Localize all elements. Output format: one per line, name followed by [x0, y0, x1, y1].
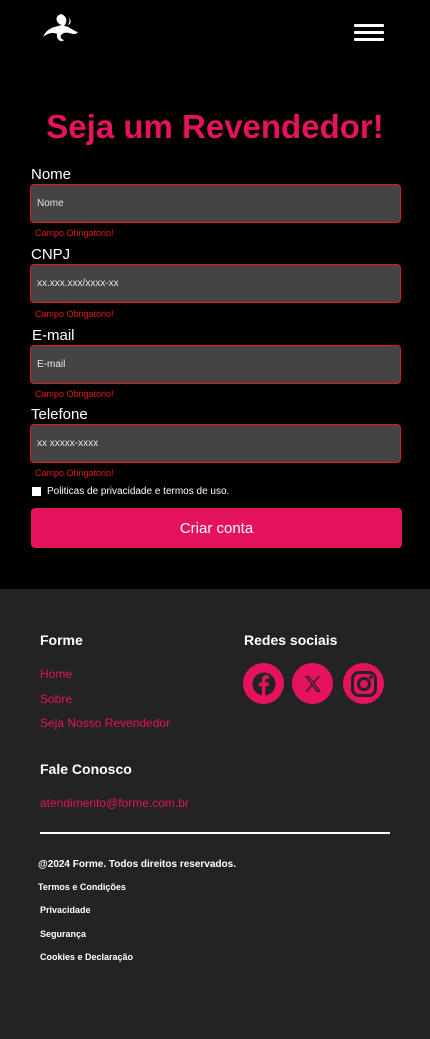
name-error: Campo Obrigatório!	[35, 228, 114, 238]
facebook-icon[interactable]	[243, 663, 284, 704]
footer-link-home[interactable]: Home	[40, 667, 72, 681]
email-error: Campo Obrigatório!	[35, 389, 114, 399]
email-label: E-mail	[32, 327, 75, 344]
email-input[interactable]	[30, 345, 401, 384]
cnpj-input[interactable]	[30, 264, 401, 303]
phone-label: Telefone	[31, 406, 88, 423]
legal-link-terms[interactable]: Termos e Condições	[38, 882, 126, 892]
privacy-checkbox[interactable]	[32, 487, 41, 496]
cnpj-label: CNPJ	[31, 246, 71, 263]
page-title: Seja um Revendedor!	[46, 108, 384, 145]
copyright-text: @2024 Forme. Todos direitos reservados.	[38, 859, 236, 870]
name-label: Nome	[31, 166, 72, 183]
footer-link-sobre[interactable]: Sobre	[40, 692, 72, 706]
legal-link-privacy[interactable]: Privacidade	[40, 905, 91, 915]
footer-divider	[40, 832, 390, 834]
social-heading: Redes sociais	[244, 632, 338, 648]
contact-email-link[interactable]: atendimento@forme.com.br	[40, 796, 189, 810]
cnpj-error: Campo Obrigatório!	[35, 309, 114, 319]
phone-error: Campo Obrigatório!	[35, 468, 114, 478]
legal-link-cookies[interactable]: Cookies e Declaração	[40, 952, 133, 962]
footer-link-revendedor[interactable]: Seja Nosso Revendedor	[40, 716, 170, 730]
create-account-button[interactable]: Criar conta	[31, 508, 402, 548]
footer: Forme Home Sobre Seja Nosso Revendedor R…	[0, 589, 430, 1039]
instagram-icon[interactable]	[343, 663, 384, 704]
x-twitter-icon[interactable]	[292, 663, 333, 704]
contact-heading: Fale Conosco	[40, 761, 132, 777]
legal-link-security[interactable]: Segurança	[40, 929, 86, 939]
brand-logo-icon[interactable]	[40, 10, 82, 52]
name-input[interactable]	[30, 184, 401, 223]
privacy-label[interactable]: Politicas de privacidade e termos de uso…	[47, 486, 229, 497]
footer-brand-heading: Forme	[40, 632, 83, 648]
phone-input[interactable]	[30, 424, 401, 463]
header	[0, 0, 430, 70]
hamburger-menu-icon[interactable]	[354, 20, 386, 46]
